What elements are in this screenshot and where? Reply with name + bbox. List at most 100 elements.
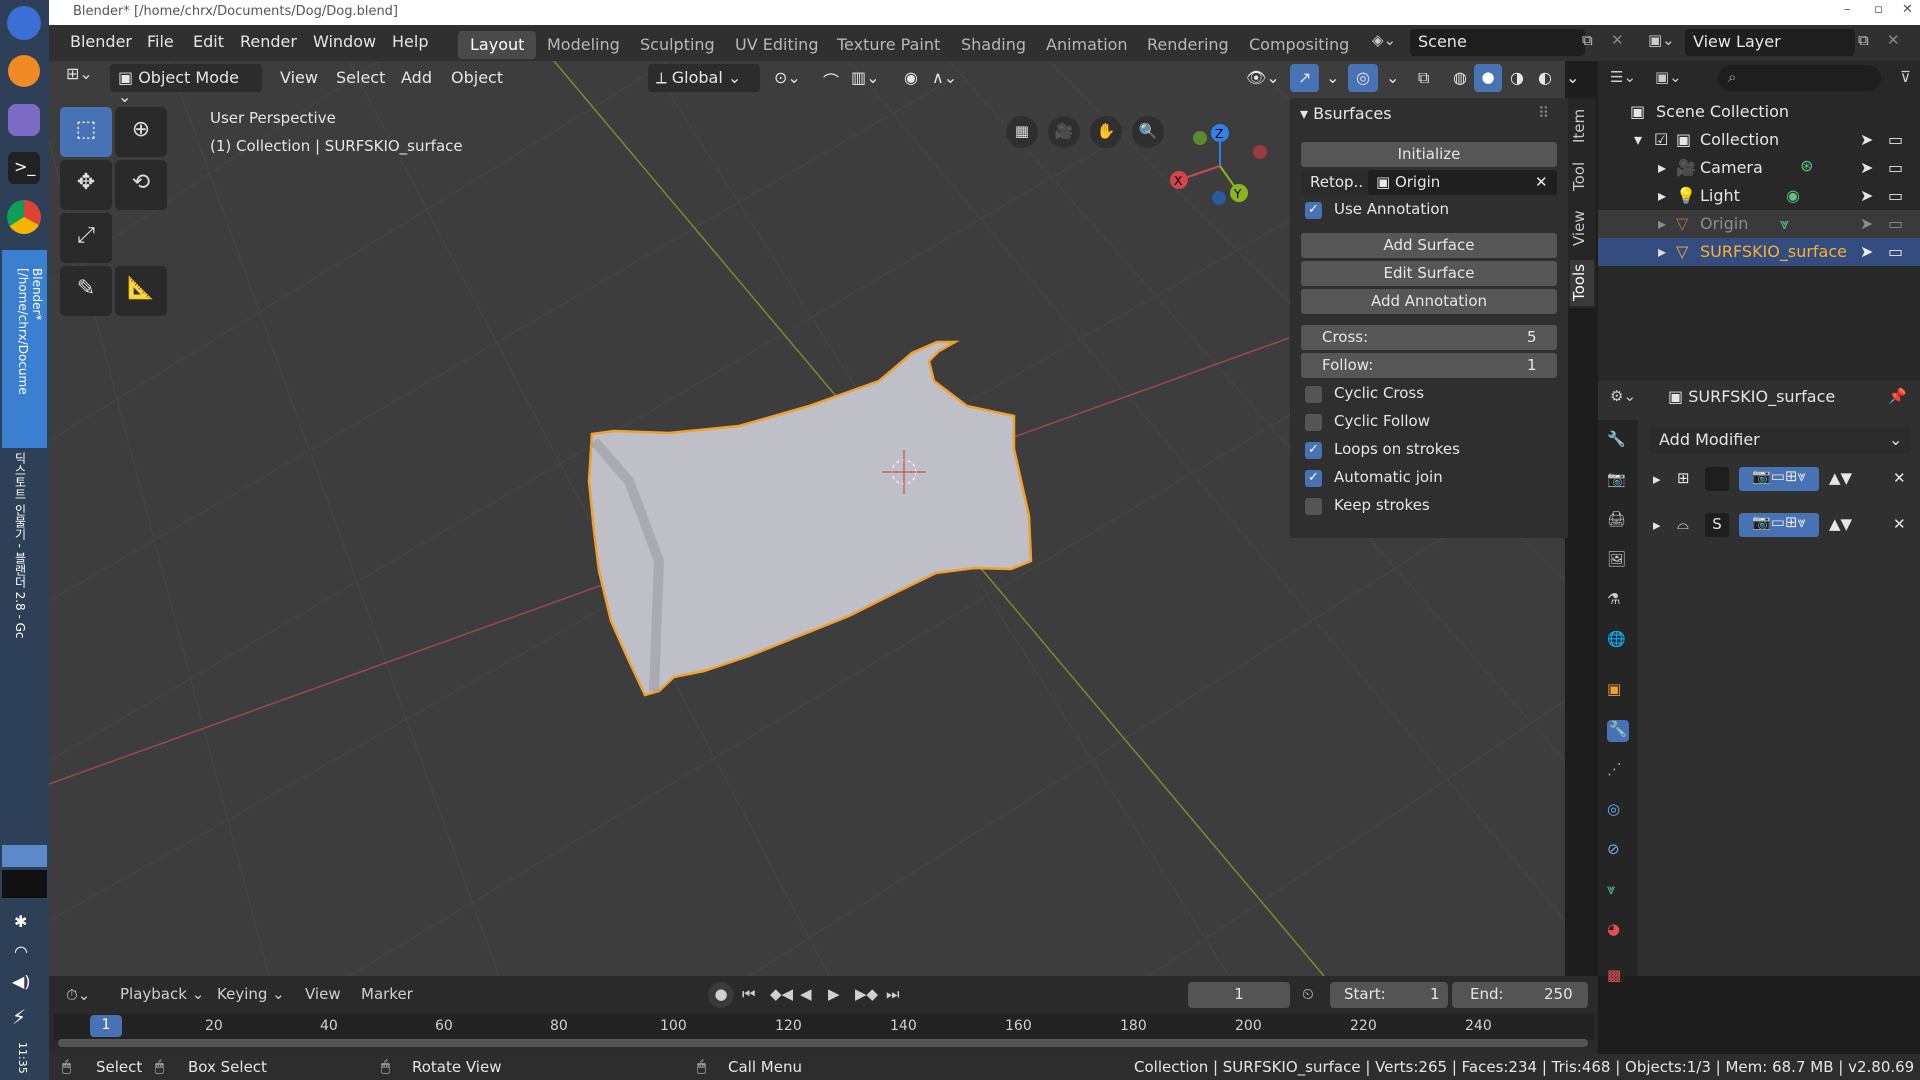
modifier-name-field[interactable] [1705, 467, 1729, 491]
stopwatch-icon[interactable]: ⏲ [1302, 985, 1314, 1003]
terminal-icon[interactable]: >_ [8, 152, 40, 184]
shading-options-icon[interactable]: ⌄ [1558, 64, 1587, 92]
pivot-icon[interactable]: ⊙⌄ [766, 64, 809, 92]
outliner-row-collection[interactable]: ▾ ☑ ▣ Collection ➤ ▭ [1598, 126, 1920, 154]
initialize-button[interactable]: Initialize [1301, 142, 1557, 167]
editor-type-icon[interactable]: ⊞⌄ [66, 64, 104, 92]
outliner-editor-icon[interactable]: ☰⌄ [1610, 68, 1636, 86]
visibility-icon[interactable]: 👁⌄ [1238, 64, 1288, 92]
cross-field[interactable]: Cross: 5 [1301, 325, 1557, 350]
modifier-row-2[interactable]: ▸ ⌓ S 📷▭⊞⩔ ▲▼ ✕ [1649, 511, 1911, 541]
cyclic-follow-checkbox[interactable] [1305, 414, 1322, 431]
display-mode-icon[interactable]: ▣⌄ [1655, 68, 1682, 86]
view-layer-props-icon[interactable]: 🖼 [1607, 550, 1629, 572]
bluetooth-icon[interactable]: ✱ [14, 912, 27, 931]
mesh-data-icon[interactable]: ⩔ [1780, 214, 1789, 234]
physics-props-icon[interactable]: ◎ [1607, 800, 1629, 822]
scene-selector-icon[interactable]: ◈⌄ [1372, 31, 1406, 57]
material-props-icon[interactable]: ◕ [1607, 920, 1629, 942]
menu-render[interactable]: Render [240, 32, 297, 51]
add-modifier-dropdown[interactable]: Add Modifier ⌄ [1649, 427, 1911, 454]
tab-layout[interactable]: Layout [458, 31, 537, 59]
tab-animation[interactable]: Animation [1034, 31, 1140, 59]
automatic-join-checkbox[interactable]: ✓ [1305, 470, 1322, 487]
wifi-icon[interactable]: ◠ [14, 942, 28, 961]
select-arrow-icon[interactable]: ➤ [1860, 130, 1873, 149]
view-layer-icon[interactable]: ▣⌄ [1648, 31, 1675, 49]
volume-icon[interactable]: ◀) [12, 972, 31, 991]
select-menu[interactable]: Select [328, 64, 393, 92]
tab-sculpting[interactable]: Sculpting [628, 31, 727, 59]
monitor-icon[interactable]: ▭ [1888, 186, 1903, 205]
tray-window[interactable] [2, 870, 47, 898]
outliner-row-light[interactable]: ▸ 💡 Light ◉ ➤ ▭ [1598, 182, 1920, 210]
move-up-down-icon[interactable]: ▲▼ [1829, 515, 1852, 533]
jump-start-icon[interactable]: ⏮ [742, 985, 756, 1003]
mode-dropdown[interactable]: ▣ Object Mode ⌄ [110, 64, 262, 106]
monitor-icon[interactable]: ▭ [1888, 214, 1903, 233]
drag-handle-icon[interactable]: ⠿ [1538, 104, 1549, 122]
outliner-row-origin[interactable]: ▸ ▽ Origin ⩔ ➤ ▭ [1598, 210, 1920, 238]
chrome-task[interactable]: 딕스토트 인물기 - 블랜더 2.8 - Gc [12, 452, 36, 652]
select-arrow-icon[interactable]: ➤ [1860, 214, 1873, 233]
outliner-row-surfskio[interactable]: ▸ ▽ SURFSKIO_surface ➤ ▭ [1598, 238, 1920, 266]
tab-rendering[interactable]: Rendering [1135, 31, 1241, 59]
move-tool-icon[interactable]: ✥ [60, 160, 112, 210]
monitor-icon[interactable]: ▭ [1888, 242, 1903, 261]
keying-menu[interactable]: Keying ⌄ [217, 985, 285, 1003]
marker-menu[interactable]: Marker [361, 985, 413, 1003]
next-keyframe-icon[interactable]: ▶◆ [855, 985, 878, 1003]
object-menu[interactable]: Object [443, 64, 511, 92]
play-reverse-icon[interactable]: ◀ [800, 985, 812, 1003]
falloff-icon[interactable]: ∧⌄ [924, 64, 965, 92]
outliner-row-camera[interactable]: ▸ 🎥 Camera ⊛ ➤ ▭ [1598, 154, 1920, 182]
tool-settings-icon[interactable]: 🔧 [1607, 430, 1629, 452]
modifier-row-1[interactable]: ▸ ⊞ 📷▭⊞⩔ ▲▼ ✕ [1649, 465, 1911, 495]
view-layer-field[interactable]: View Layer [1685, 29, 1855, 56]
modifier-props-icon[interactable]: 🔧 [1607, 720, 1629, 742]
blender-task[interactable]: Blender* [/home/chrx/Docume [2, 250, 47, 448]
properties-editor-icon[interactable]: ⚙⌄ [1610, 387, 1636, 405]
constraints-props-icon[interactable]: ⊘ [1607, 840, 1629, 862]
xray-icon[interactable]: ⧉ [1410, 64, 1437, 92]
new-view-layer-icon[interactable]: ⧉ [1858, 31, 1869, 49]
end-frame-field[interactable]: End: 250 [1452, 982, 1588, 1008]
timeline-view-menu[interactable]: View [305, 985, 341, 1003]
wireframe-shading-icon[interactable]: ◍ [1445, 64, 1475, 92]
remove-modifier-icon[interactable]: ✕ [1893, 469, 1906, 487]
rotate-tool-icon[interactable]: ⟲ [115, 160, 167, 210]
current-frame-field[interactable]: 1 [1188, 982, 1290, 1008]
modifier-visibility-toggles[interactable]: 📷▭⊞⩔ [1739, 513, 1819, 537]
remove-modifier-icon[interactable]: ✕ [1893, 515, 1906, 533]
scene-props-icon[interactable]: ⚗ [1607, 590, 1629, 612]
view-menu[interactable]: View [272, 64, 326, 92]
modifier-name-field[interactable]: S [1705, 513, 1729, 537]
cyclic-cross-checkbox[interactable] [1305, 386, 1322, 403]
tab-uv-editing[interactable]: UV Editing [723, 31, 830, 59]
follow-field[interactable]: Follow: 1 [1301, 353, 1557, 378]
output-props-icon[interactable]: 🖨 [1607, 510, 1629, 532]
power-icon[interactable]: ⚡ [12, 1005, 26, 1029]
jump-end-icon[interactable]: ⏭ [886, 985, 900, 1003]
add-annotation-button[interactable]: Add Annotation [1301, 289, 1557, 314]
annotate-tool-icon[interactable]: ✎ [60, 266, 112, 316]
select-arrow-icon[interactable]: ➤ [1860, 242, 1873, 261]
select-tool-icon[interactable]: ⬚ [60, 107, 112, 157]
tray-blender-icon[interactable] [2, 845, 47, 867]
tab-tools[interactable]: Tools [1570, 260, 1594, 306]
tab-shading[interactable]: Shading [949, 31, 1038, 59]
camera-view-icon[interactable]: 🎥 [1048, 116, 1080, 148]
tab-tool[interactable]: Tool [1570, 156, 1594, 196]
solid-shading-icon[interactable]: ● [1474, 64, 1502, 92]
menu-window[interactable]: Window [313, 32, 376, 51]
clear-field-icon[interactable]: ✕ [1535, 173, 1548, 191]
gizmo-toggle-icon[interactable]: ↗ [1290, 64, 1320, 92]
modifier-visibility-toggles[interactable]: 📷▭⊞⩔ [1739, 467, 1819, 491]
tab-view[interactable]: View [1570, 206, 1594, 250]
timeline-editor-icon[interactable]: ⏱⌄ [66, 986, 90, 1004]
snap-target-icon[interactable]: ▥⌄ [843, 64, 888, 92]
timeline-scrollbar[interactable] [58, 1039, 1588, 1047]
camera-data-icon[interactable]: ⊛ [1800, 156, 1813, 175]
light-data-icon[interactable]: ◉ [1786, 186, 1800, 205]
keep-strokes-checkbox[interactable] [1305, 498, 1322, 515]
